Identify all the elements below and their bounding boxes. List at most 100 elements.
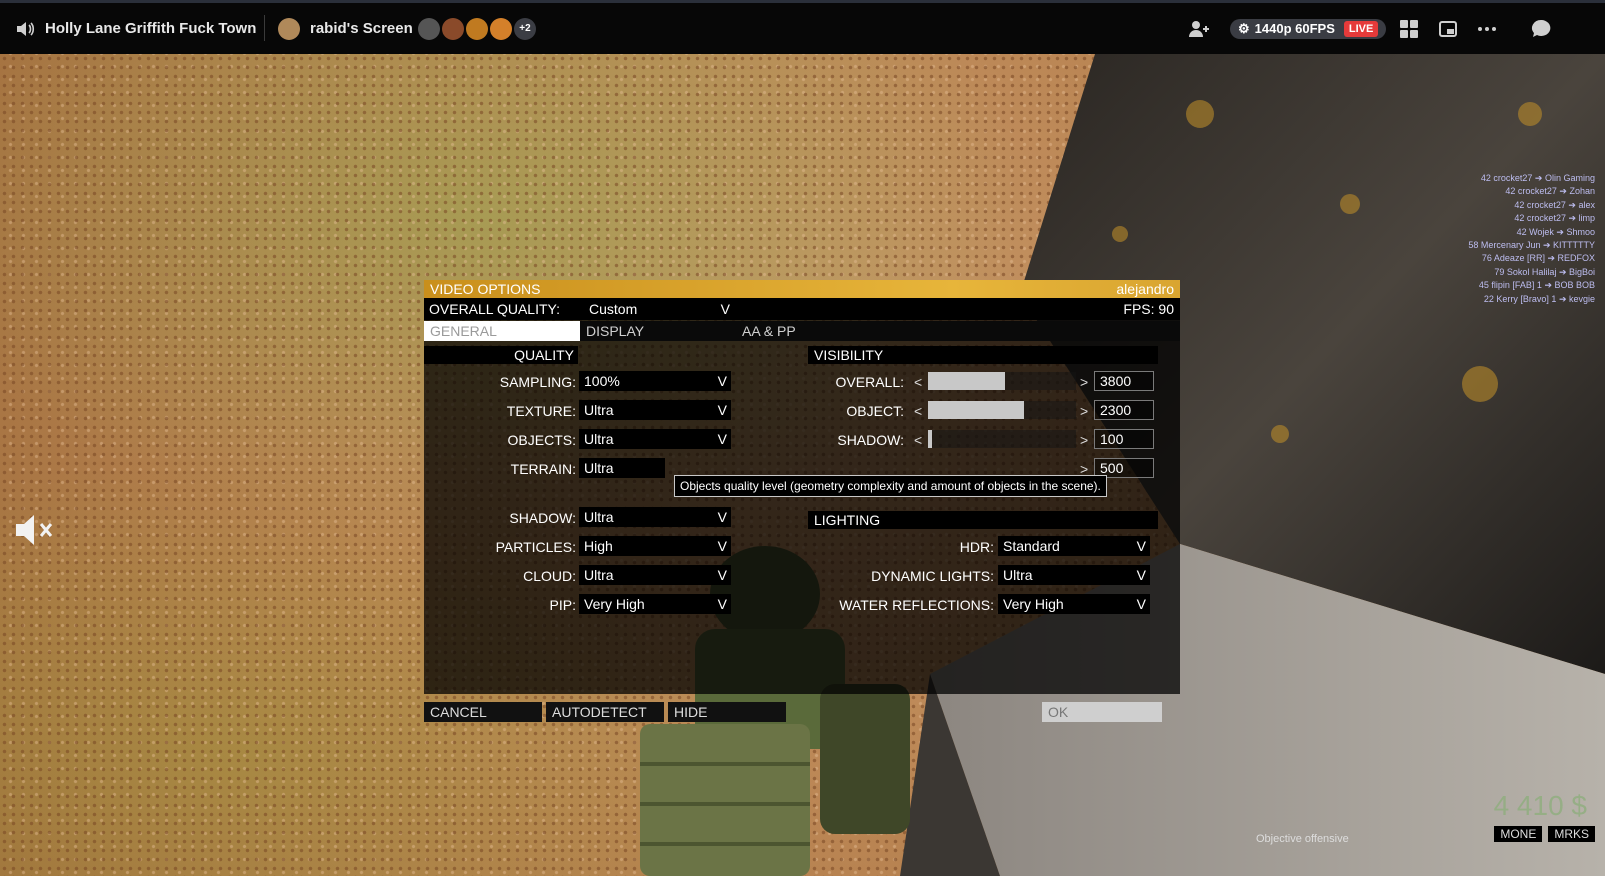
kill-feed-entry: 42 crocket27 ➔ alex <box>1514 199 1595 210</box>
dropdown-icon: V <box>1136 538 1146 554</box>
quality-select-value: Ultra <box>584 509 614 525</box>
screen-title: rabid's Screen <box>310 20 413 37</box>
streamer-avatar[interactable] <box>278 17 300 40</box>
money-display: 4 410 $ <box>1493 790 1587 821</box>
kill-feed: 42 crocket27 ➔ Olin Gaming 42 crocket27 ➔… <box>1415 172 1595 306</box>
dropdown-icon: V <box>717 596 727 612</box>
lighting-row-label: DYNAMIC LIGHTS: <box>871 568 994 584</box>
decrease-arrow[interactable]: < <box>914 432 922 448</box>
hud-tab-money[interactable]: MONE <box>1494 826 1543 842</box>
muted-speaker-icon[interactable] <box>14 512 56 548</box>
tab-aa-pp[interactable]: AA & PP <box>736 321 892 341</box>
kill-feed-entry: 42 crocket27 ➔ Olin Gaming <box>1480 173 1595 183</box>
quality-row-label: SAMPLING: <box>499 374 576 390</box>
lighting-select-value: Very High <box>1003 596 1064 612</box>
autodetect-button[interactable]: AUTODETECT <box>546 702 664 722</box>
quality-row-label: OBJECTS: <box>507 432 576 448</box>
popout-icon[interactable] <box>1435 16 1461 42</box>
quality-row-label: TERRAIN: <box>510 461 576 477</box>
lighting-select-value: Standard <box>1003 538 1060 554</box>
viewer-avatar[interactable] <box>442 17 464 40</box>
dropdown-icon: V <box>717 373 727 389</box>
tab-general[interactable]: GENERAL <box>424 321 580 341</box>
lighting-select[interactable]: Ultra V <box>998 565 1150 585</box>
visibility-value-input[interactable]: 100 <box>1094 429 1154 449</box>
hud-tab-markers[interactable]: MRKS <box>1548 826 1595 842</box>
viewer-avatar[interactable] <box>490 17 512 40</box>
game-view[interactable]: VIDEO OPTIONS alejandro OVERALL QUALITY:… <box>0 54 1605 876</box>
dropdown-icon: V <box>717 402 727 418</box>
visibility-value-input[interactable]: 2300 <box>1094 400 1154 420</box>
stream-quality: 1440p 60FPS <box>1254 21 1335 36</box>
visibility-value-input[interactable]: 3800 <box>1094 371 1154 391</box>
overall-quality-select[interactable]: Custom V <box>584 299 734 319</box>
kill-feed-entry: 79 Sokol Halilaj ➔ BigBoi <box>1494 266 1595 277</box>
quality-select[interactable]: High V <box>579 536 731 556</box>
stream-top-bar: Holly Lane Griffith Fuck Town rabid's Sc… <box>0 0 1605 54</box>
dropdown-icon: V <box>720 301 730 317</box>
quality-select-value: Ultra <box>584 460 614 476</box>
visibility-row-label: SHADOW: <box>837 432 904 448</box>
quality-select[interactable]: Ultra V <box>579 565 731 585</box>
increase-arrow[interactable]: > <box>1080 432 1088 448</box>
quality-select[interactable]: Ultra V <box>579 507 731 527</box>
lighting-select[interactable]: Very High V <box>998 594 1150 614</box>
ok-button[interactable]: OK <box>1042 702 1162 722</box>
quality-row-label: SHADOW: <box>509 510 576 526</box>
dialog-header: VIDEO OPTIONS alejandro <box>424 280 1180 298</box>
lighting-select[interactable]: Standard V <box>998 536 1150 556</box>
quality-row-label: PARTICLES: <box>495 539 576 555</box>
lighting-row-label: HDR: <box>959 539 994 555</box>
quality-row-label: TEXTURE: <box>506 403 576 419</box>
more-options-icon[interactable] <box>1474 16 1500 42</box>
viewer-avatar[interactable] <box>418 17 440 40</box>
kill-feed-entry: 22 Kerry [Bravo] 1 ➔ kevgie <box>1483 293 1595 304</box>
decrease-arrow[interactable]: < <box>914 374 922 390</box>
kill-feed-entry: 45 flipin [FAB] 1 ➔ BOB BOB <box>1478 280 1595 291</box>
overall-quality-label: OVERALL QUALITY: <box>429 301 560 317</box>
dropdown-icon: V <box>717 509 727 525</box>
chat-icon[interactable] <box>1528 16 1554 42</box>
quality-select[interactable]: Ultra <box>579 458 665 478</box>
voice-channel-icon <box>14 3 36 54</box>
viewer-avatar[interactable] <box>466 17 488 40</box>
increase-arrow[interactable]: > <box>1080 403 1088 419</box>
quality-header: QUALITY <box>424 346 578 364</box>
slider-fill <box>928 401 1024 419</box>
lighting-header: LIGHTING <box>808 511 1158 529</box>
cancel-button[interactable]: CANCEL <box>424 702 542 722</box>
visibility-header: VISIBILITY <box>808 346 1158 364</box>
quality-select-value: Very High <box>584 596 645 612</box>
quality-select[interactable]: Very High V <box>579 594 731 614</box>
slider-fill <box>928 372 1005 390</box>
options-tabs: GENERAL DISPLAY AA & PP <box>424 321 1180 341</box>
visibility-slider[interactable] <box>928 430 1076 448</box>
fps-counter: FPS: 90 <box>1123 301 1174 317</box>
decrease-arrow[interactable]: < <box>914 403 922 419</box>
settings-icon: ⚙ <box>1238 20 1250 36</box>
visibility-slider[interactable] <box>928 401 1076 419</box>
quality-select-value: High <box>584 538 613 554</box>
lighting-select-value: Ultra <box>1003 567 1033 583</box>
quality-select[interactable]: 100% V <box>579 371 731 391</box>
kill-feed-entry: 42 crocket27 ➔ limp <box>1514 213 1595 224</box>
dropdown-icon: V <box>717 567 727 583</box>
visibility-row-label: OBJECT: <box>846 403 904 419</box>
dropdown-icon: V <box>717 538 727 554</box>
quality-select[interactable]: Ultra V <box>579 400 731 420</box>
kill-feed-entry: 42 crocket27 ➔ Zohan <box>1505 186 1595 197</box>
add-friend-icon[interactable] <box>1187 3 1211 54</box>
quality-select[interactable]: Ultra V <box>579 429 731 449</box>
dropdown-icon: V <box>1136 596 1146 612</box>
quality-row-label: PIP: <box>549 597 576 613</box>
stream-quality-pill[interactable]: ⚙ 1440p 60FPS LIVE <box>1230 18 1387 39</box>
hide-button[interactable]: HIDE <box>668 702 786 722</box>
grid-layout-icon[interactable] <box>1396 16 1422 42</box>
visibility-row-label: OVERALL: <box>835 374 904 390</box>
quality-select-value: 100% <box>584 373 620 389</box>
tab-display[interactable]: DISPLAY <box>580 321 736 341</box>
dialog-title: VIDEO OPTIONS <box>430 281 541 297</box>
visibility-slider[interactable] <box>928 372 1076 390</box>
extra-viewers-count[interactable]: +2 <box>514 17 536 40</box>
increase-arrow[interactable]: > <box>1080 374 1088 390</box>
